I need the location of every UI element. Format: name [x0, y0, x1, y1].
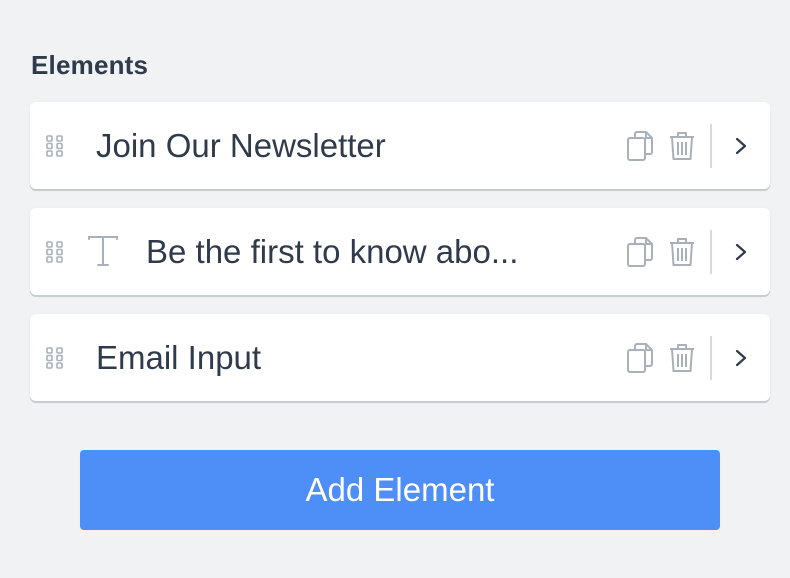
element-label: Email Input	[96, 339, 262, 376]
chevron-right-icon[interactable]	[730, 344, 752, 372]
elements-list: Join Our Newsletter Be the first to know…	[30, 102, 770, 420]
text-icon	[88, 236, 118, 266]
drag-handle-icon[interactable]	[46, 135, 64, 157]
row-divider	[710, 336, 712, 380]
chevron-right-icon[interactable]	[730, 132, 752, 160]
row-divider	[710, 230, 712, 274]
row-divider	[710, 124, 712, 168]
copy-icon[interactable]	[626, 343, 654, 373]
add-element-button[interactable]: Add Element	[80, 450, 720, 530]
element-label: Join Our Newsletter	[96, 127, 386, 164]
element-row[interactable]: Be the first to know abo...	[30, 208, 770, 295]
copy-icon[interactable]	[626, 237, 654, 267]
copy-icon[interactable]	[626, 131, 654, 161]
section-title: Elements	[31, 50, 149, 80]
trash-icon[interactable]	[668, 343, 696, 373]
trash-icon[interactable]	[668, 131, 696, 161]
drag-handle-icon[interactable]	[46, 241, 64, 263]
element-row[interactable]: Email Input	[30, 314, 770, 401]
element-label: Be the first to know abo...	[146, 233, 519, 270]
element-row[interactable]: Join Our Newsletter	[30, 102, 770, 189]
chevron-right-icon[interactable]	[730, 238, 752, 266]
drag-handle-icon[interactable]	[46, 347, 64, 369]
trash-icon[interactable]	[668, 237, 696, 267]
